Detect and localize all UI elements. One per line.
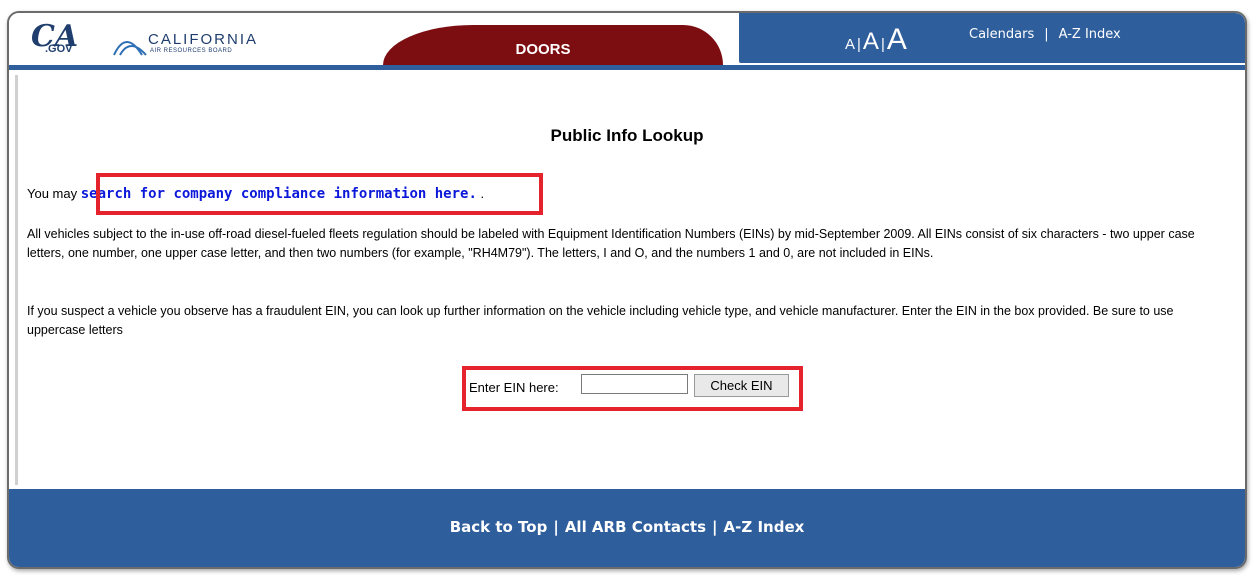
fraud-instructions-paragraph: If you suspect a vehicle you observe has…: [27, 304, 1174, 337]
font-size-medium-button[interactable]: A: [863, 28, 879, 55]
check-ein-button[interactable]: Check EIN: [694, 374, 789, 397]
ca-logo-sub: .GOV: [45, 43, 73, 55]
arb-logo[interactable]: CALIFORNIA AIR RESOURCES BOARD: [112, 27, 292, 61]
link-separator: |: [1044, 27, 1049, 42]
ca-gov-logo[interactable]: CA .GOV: [31, 19, 91, 57]
ein-field-label: Enter EIN here:: [469, 380, 559, 395]
az-index-link[interactable]: A-Z Index: [1059, 27, 1121, 42]
font-size-large-button[interactable]: A: [887, 23, 907, 56]
tab-doors[interactable]: DOORS: [383, 25, 723, 65]
tab-doors-label: DOORS: [515, 41, 571, 58]
footer-separator: |: [712, 518, 718, 536]
browser-page-frame: CA .GOV CALIFORNIA AIR RESOURCES BOARD D…: [7, 11, 1247, 569]
header-blue-line: [9, 65, 1245, 70]
font-size-separator: |: [880, 36, 885, 53]
ein-input[interactable]: [581, 374, 688, 394]
intro-prefix: You may: [27, 186, 78, 201]
arb-arch-icon: [113, 41, 147, 56]
site-footer: Back to Top | All ARB Contacts | A-Z Index: [9, 489, 1245, 567]
arb-logo-subtitle: AIR RESOURCES BOARD: [150, 48, 233, 54]
site-header: CA .GOV CALIFORNIA AIR RESOURCES BOARD D…: [9, 13, 1245, 75]
footer-separator: |: [553, 518, 559, 536]
all-arb-contacts-link[interactable]: All ARB Contacts: [565, 518, 706, 536]
footer-az-index-link[interactable]: A-Z Index: [724, 518, 805, 536]
font-size-controls: A |A |A: [845, 23, 907, 57]
calendars-link[interactable]: Calendars: [969, 27, 1034, 42]
header-utility-links: Calendars | A-Z Index: [969, 27, 1121, 42]
link-highlight-box: [96, 173, 543, 215]
page-title: Public Info Lookup: [550, 126, 704, 145]
ein-description-paragraph: All vehicles subject to the in-use off-r…: [27, 227, 1195, 260]
back-to-top-link[interactable]: Back to Top: [450, 518, 548, 536]
arb-logo-name: CALIFORNIA: [148, 31, 259, 48]
footer-links: Back to Top | All ARB Contacts | A-Z Index: [9, 518, 1245, 536]
font-size-separator: |: [857, 36, 861, 53]
font-size-small-button[interactable]: A: [845, 36, 855, 53]
